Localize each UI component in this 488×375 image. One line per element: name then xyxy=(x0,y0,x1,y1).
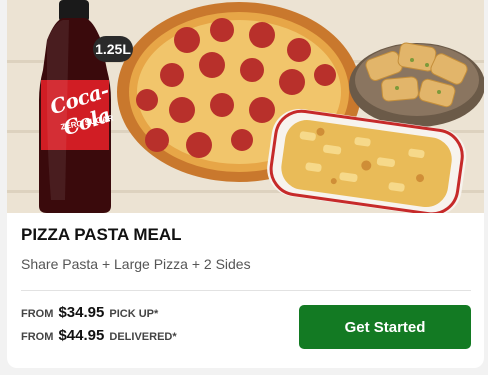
bottle-size-badge: 1.25L xyxy=(93,36,133,62)
delivered-prefix: FROM xyxy=(21,331,54,343)
delivered-label: DELIVERED* xyxy=(109,331,177,343)
divider xyxy=(21,290,471,291)
get-started-button[interactable]: Get Started xyxy=(299,305,471,349)
pickup-label: PICK UP* xyxy=(109,308,159,320)
meal-card[interactable]: 1.25L Coca-Cola ZERO SUGAR PIZZA PASTA M… xyxy=(7,0,484,368)
delivered-price-line: FROM $44.95 DELIVERED* xyxy=(21,327,177,344)
meal-title: PIZZA PASTA MEAL xyxy=(21,225,182,244)
delivered-price: $44.95 xyxy=(58,327,105,344)
meal-image[interactable]: 1.25L Coca-Cola ZERO SUGAR xyxy=(7,0,484,213)
pickup-price-line: FROM $34.95 PICK UP* xyxy=(21,304,158,321)
pickup-prefix: FROM xyxy=(21,308,54,320)
pickup-price: $34.95 xyxy=(58,304,105,321)
meal-description: Share Pasta + Large Pizza + 2 Sides xyxy=(21,256,251,272)
